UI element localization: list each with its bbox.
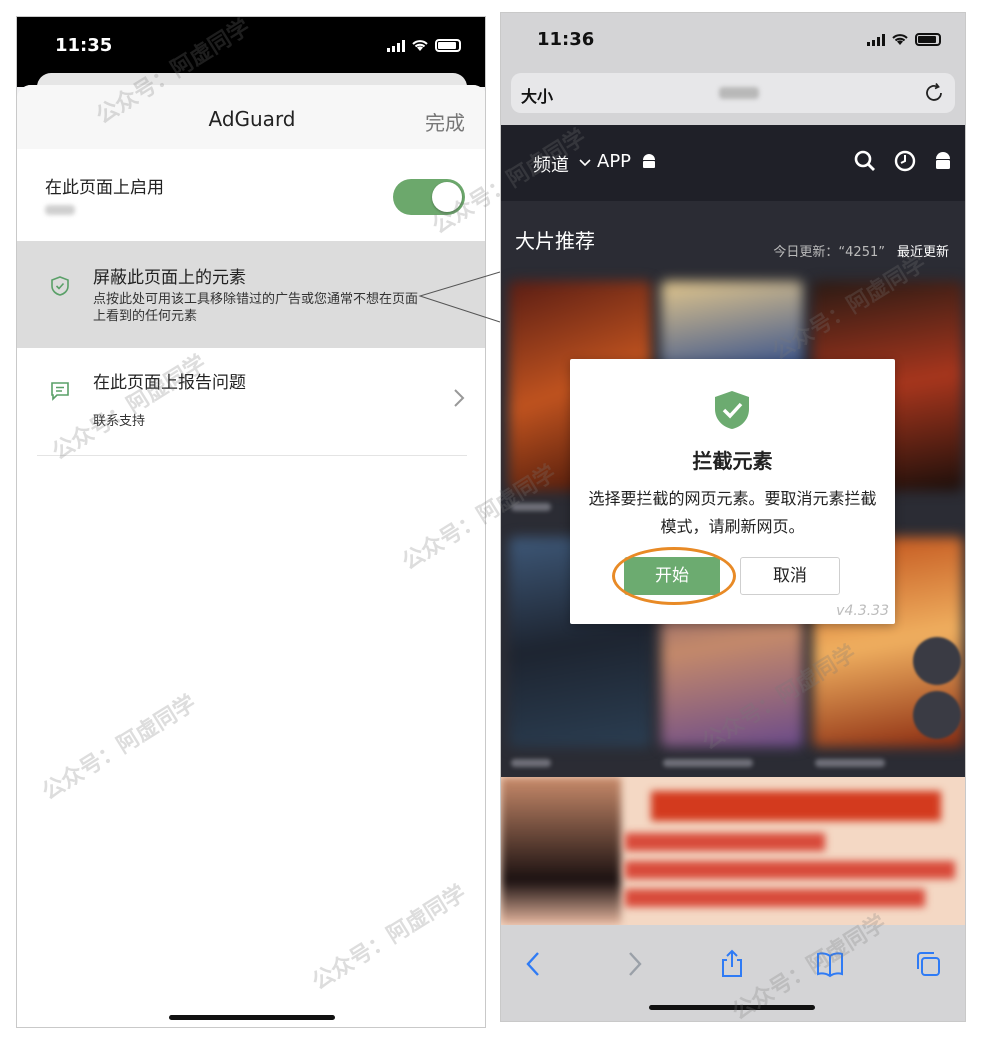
status-time: 11:36 [537,29,595,50]
chat-icon [51,382,69,401]
signal-icon [387,39,405,52]
home-indicator [649,1005,815,1010]
update-info: 今日更新：“4251” 最近更新 [773,241,949,260]
version-label: v4.3.33 [836,603,889,619]
back-icon[interactable] [519,949,549,979]
enable-label: 在此页面上启用 [45,178,164,198]
battery-icon [435,39,461,52]
done-button[interactable]: 完成 [425,107,465,136]
search-icon[interactable] [853,149,877,173]
toggle-knob [432,182,462,212]
poster-caption [815,759,885,767]
android-icon [643,154,655,168]
floating-button[interactable] [913,637,961,685]
poster-caption [663,759,753,767]
chevron-down-icon [579,159,591,167]
left-phone: 11:35 AdGuard 完成 在此页面上启用 屏蔽此页面上的元素 点按此处可… [16,16,486,1028]
home-indicator [169,1015,335,1020]
adguard-sheet: AdGuard 完成 在此页面上启用 屏蔽此页面上的元素 点按此处可用该工具移除… [17,85,485,1027]
floating-button[interactable] [913,691,961,739]
wifi-icon [892,34,908,45]
block-element-title: 屏蔽此页面上的元素 [93,268,246,288]
sheet-title: AdGuard [208,107,296,131]
shield-check-icon [51,276,69,296]
url-bar[interactable]: 大小 [511,73,955,113]
status-time: 11:35 [55,35,113,56]
cancel-button[interactable]: 取消 [740,557,840,595]
status-icons [867,33,941,46]
status-icons [387,39,461,52]
channel-menu[interactable]: 频道 [533,151,569,177]
contact-support-label: 联系支持 [93,414,146,429]
ad-banner[interactable] [501,777,965,925]
enable-toggle[interactable] [393,179,465,215]
dialog-title: 拦截元素 [692,449,773,473]
site-domain-blurred [45,205,75,215]
report-title: 在此页面上报告问题 [93,373,246,393]
poster-caption [511,503,551,511]
adguard-shield-icon [715,391,749,429]
report-row[interactable]: 在此页面上报告问题 联系支持 [17,348,485,456]
ad-image [501,777,621,925]
text-size-button[interactable]: 大小 [521,83,553,107]
dialog-message: 选择要拦截的网页元素。要取消元素拦截模式，请刷新网页。 [588,489,877,536]
enable-row: 在此页面上启用 [17,149,485,241]
app-link[interactable]: APP [597,151,631,172]
ad-text [625,833,825,851]
poster-caption [511,759,551,767]
ad-text [625,889,925,907]
share-icon[interactable] [717,949,747,979]
url-text-blurred [719,87,759,99]
sheet-header: AdGuard 完成 [17,85,485,149]
forward-icon[interactable] [619,949,649,979]
reload-icon[interactable] [923,82,945,104]
screenshot-root: 11:35 AdGuard 完成 在此页面上启用 屏蔽此页面上的元素 点按此处可… [0,0,986,1045]
divider [37,455,467,456]
android-icon[interactable] [931,149,955,173]
section-title: 大片推荐 [515,229,595,253]
battery-icon [915,33,941,46]
start-button[interactable]: 开始 [624,557,720,595]
latest-link[interactable]: 最近更新 [897,245,949,260]
wifi-icon [412,40,428,51]
update-count: 今日更新：“4251” [773,245,885,260]
ad-text [625,861,955,879]
site-nav: 频道 APP [501,125,965,201]
block-element-description: 点按此处可用该工具移除错过的广告或您通常不想在页面上看到的任何元素 [93,292,419,324]
signal-icon [867,33,885,46]
ad-headline [651,791,941,821]
history-icon[interactable] [893,149,917,173]
block-element-row[interactable]: 屏蔽此页面上的元素 点按此处可用该工具移除错过的广告或您通常不想在页面上看到的任… [17,241,485,348]
block-element-dialog: 拦截元素 选择要拦截的网页元素。要取消元素拦截模式，请刷新网页。 开始 取消 v… [570,359,895,624]
tabs-icon[interactable] [913,949,943,979]
chevron-right-icon [454,389,465,407]
bookmarks-icon[interactable] [815,949,845,979]
